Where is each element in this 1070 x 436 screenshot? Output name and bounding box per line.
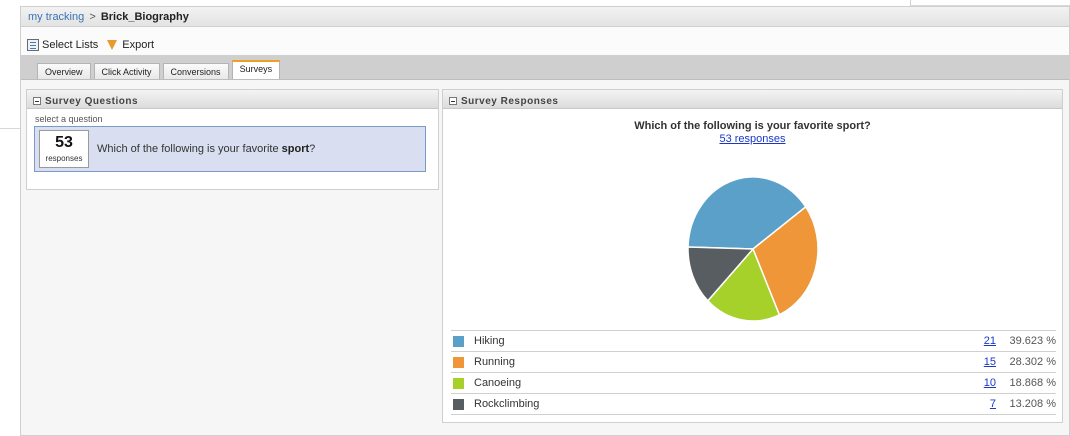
collapse-icon[interactable] <box>33 97 41 105</box>
legend-count-link[interactable]: 7 <box>956 398 996 410</box>
breadcrumb-my-tracking-link[interactable]: my tracking <box>28 11 84 23</box>
chart-title: Which of the following is your favorite … <box>443 120 1062 132</box>
chart-title-suffix: ? <box>864 120 871 132</box>
select-lists-button[interactable]: Select Lists <box>27 38 99 51</box>
legend-label: Rockclimbing <box>474 398 540 410</box>
legend-label: Running <box>474 356 515 368</box>
survey-responses-header[interactable]: Survey Responses <box>443 90 1062 109</box>
legend-count-link[interactable]: 10 <box>956 377 996 389</box>
app-window: my tracking > Brick_Biography Select Lis… <box>20 6 1070 436</box>
list-icon <box>27 38 39 51</box>
tab-overview[interactable]: Overview <box>37 63 91 79</box>
chart-title-keyword: sport <box>836 120 865 132</box>
survey-questions-header[interactable]: Survey Questions <box>27 90 438 109</box>
legend-row: Rockclimbing 7 13.208 % <box>451 394 1056 415</box>
chart-title-prefix: Which of the following is your favorite <box>634 120 834 132</box>
survey-responses-panel: Survey Responses Which of the following … <box>442 89 1063 423</box>
response-count-badge: 53 responses <box>39 130 89 168</box>
responses-link[interactable]: 53 responses <box>719 133 785 145</box>
breadcrumb-current: Brick_Biography <box>100 11 189 23</box>
chart-subtitle: 53 responses <box>443 133 1062 145</box>
legend-percent: 28.302 % <box>1009 356 1056 368</box>
legend-row: Running 15 28.302 % <box>451 352 1056 373</box>
legend-swatch <box>453 398 464 410</box>
collapse-icon[interactable] <box>449 97 457 105</box>
question-text-suffix: ? <box>309 143 316 155</box>
legend-percent: 13.208 % <box>1009 398 1056 410</box>
export-icon <box>107 39 118 50</box>
legend-percent: 18.868 % <box>1009 377 1056 389</box>
screen: my tracking > Brick_Biography Select Lis… <box>0 0 1070 436</box>
question-item[interactable]: 53 responses Which of the following is y… <box>34 126 426 172</box>
background-divider <box>0 128 20 129</box>
legend-count-link[interactable]: 21 <box>956 335 996 347</box>
legend-table: Hiking 21 39.623 % Running 15 28.302 % Canoein… <box>451 330 1056 415</box>
legend-swatch <box>453 377 464 389</box>
question-text-prefix: Which of the following is your favorite <box>97 143 279 155</box>
breadcrumb-separator: > <box>89 11 96 23</box>
legend-count-link[interactable]: 15 <box>956 356 996 368</box>
export-label: Export <box>122 38 155 51</box>
select-lists-label: Select Lists <box>42 38 99 51</box>
legend-label: Hiking <box>474 335 505 347</box>
survey-responses-title: Survey Responses <box>461 95 559 107</box>
legend-row: Hiking 21 39.623 % <box>451 331 1056 352</box>
legend-swatch <box>453 356 464 368</box>
survey-questions-panel: Survey Questions select a question 53 re… <box>26 89 439 190</box>
export-button[interactable]: Export <box>107 39 154 51</box>
tab-surveys[interactable]: Surveys <box>231 60 281 79</box>
question-text: Which of the following is your favorite … <box>97 143 315 155</box>
legend-percent: 39.623 % <box>1009 335 1056 347</box>
tab-bar: Overview Click Activity Conversions Surv… <box>21 55 1069 80</box>
question-text-keyword: sport <box>281 143 310 155</box>
legend-swatch <box>453 335 464 347</box>
response-count: 53 <box>55 134 73 151</box>
survey-questions-title: Survey Questions <box>45 95 139 107</box>
response-count-label: responses <box>45 154 83 163</box>
tab-click-activity[interactable]: Click Activity <box>93 63 160 79</box>
select-question-label: select a question <box>35 114 103 124</box>
toolbar: Select Lists Export <box>21 27 1069 55</box>
breadcrumb: my tracking > Brick_Biography <box>21 7 1069 27</box>
legend-row: Canoeing 10 18.868 % <box>451 373 1056 394</box>
tab-conversions[interactable]: Conversions <box>162 63 229 79</box>
pie-chart <box>687 176 819 322</box>
legend-label: Canoeing <box>474 377 522 389</box>
